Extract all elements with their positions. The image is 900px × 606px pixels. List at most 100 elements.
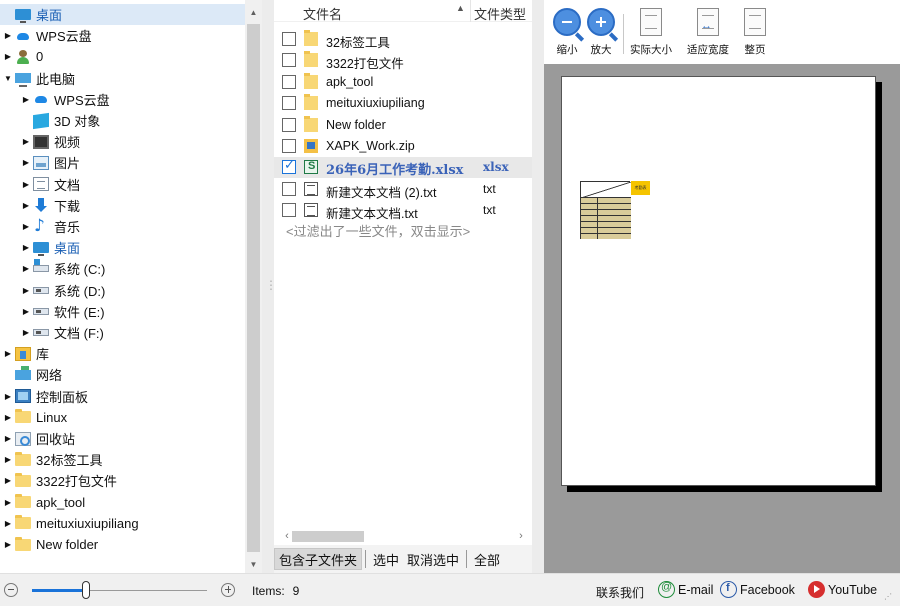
- file-checkbox[interactable]: [282, 53, 296, 68]
- tree-item[interactable]: ▶ 系统 (D:): [0, 280, 105, 301]
- expand-arrow-icon[interactable]: ▶: [21, 180, 31, 189]
- tree-item[interactable]: ▶ 下载: [0, 195, 80, 216]
- tree-item[interactable]: ▶ WPS云盘: [0, 89, 110, 110]
- tree-item[interactable]: ▶ 桌面: [0, 237, 80, 258]
- expand-arrow-icon[interactable]: ▶: [21, 286, 31, 295]
- hscroll-thumb[interactable]: [292, 531, 364, 542]
- contact-us-link[interactable]: 联系我们: [596, 584, 644, 601]
- facebook-link[interactable]: Facebook: [720, 581, 795, 598]
- file-row[interactable]: 新建文本文档.txt txt: [274, 200, 532, 221]
- scroll-down-icon[interactable]: ▼: [245, 556, 262, 573]
- expand-arrow-icon[interactable]: ▶: [21, 95, 31, 104]
- tree-item[interactable]: ▶ 32标签工具: [0, 449, 102, 470]
- tree-item-label: 0: [36, 49, 44, 65]
- youtube-link[interactable]: YouTube: [808, 581, 877, 598]
- expand-arrow-icon[interactable]: ▶: [21, 201, 31, 210]
- file-checkbox[interactable]: [282, 74, 296, 89]
- zoom-out-button[interactable]: 缩小: [553, 8, 585, 57]
- tree-item[interactable]: ▶ 图片: [0, 152, 80, 173]
- file-checkbox[interactable]: [282, 181, 296, 196]
- expand-arrow-icon[interactable]: ▶: [3, 413, 13, 422]
- tree-item[interactable]: ▶ 文档 (F:): [0, 322, 104, 343]
- file-list-hscrollbar[interactable]: ‹ ›: [274, 528, 532, 545]
- select-all-button[interactable]: 全部: [470, 548, 504, 570]
- tree-scrollbar[interactable]: ▲ ▼: [245, 0, 262, 573]
- expand-arrow-icon[interactable]: ▶: [3, 52, 13, 61]
- column-header-type[interactable]: 文件类型: [474, 4, 526, 23]
- expand-arrow-icon[interactable]: ▶: [3, 434, 13, 443]
- whole-page-button[interactable]: 整页: [744, 8, 766, 57]
- preview-splitter[interactable]: [532, 0, 544, 573]
- file-checkbox[interactable]: [282, 203, 296, 218]
- expand-arrow-icon[interactable]: ▶: [3, 349, 13, 358]
- tree-item[interactable]: ▶ 文档: [0, 174, 80, 195]
- fit-width-button[interactable]: 适应宽度: [687, 8, 729, 57]
- expand-arrow-icon[interactable]: ▶: [3, 519, 13, 528]
- tree-item[interactable]: ▶ meituxiuxiupiliang: [0, 513, 139, 534]
- column-divider[interactable]: [470, 0, 471, 22]
- file-row[interactable]: 26年6月工作考勤.xlsx xlsx: [274, 157, 532, 179]
- file-row[interactable]: New folder: [274, 115, 532, 136]
- file-checkbox[interactable]: [282, 139, 296, 153]
- expand-arrow-icon[interactable]: ▶: [3, 498, 13, 507]
- tree-item[interactable]: ▶ apk_tool: [0, 492, 85, 513]
- expand-arrow-icon[interactable]: ▶: [21, 137, 31, 146]
- file-row[interactable]: meituxiuxiupiliang: [274, 93, 532, 114]
- tree-item[interactable]: ▶ 控制面板: [0, 386, 88, 407]
- tree-item[interactable]: 3D 对象: [0, 110, 100, 131]
- resize-grip-icon[interactable]: ⋰: [884, 592, 892, 601]
- tree-item[interactable]: ▶ 音乐: [0, 216, 80, 237]
- tree-item[interactable]: ▶ 系统 (C:): [0, 258, 105, 279]
- tree-item[interactable]: ▶ 库: [0, 343, 49, 364]
- zoom-in-small-icon[interactable]: [221, 583, 235, 597]
- expand-arrow-icon[interactable]: ▶: [21, 222, 31, 231]
- column-header-name[interactable]: 文件名: [303, 4, 342, 23]
- expanded-arrow-icon[interactable]: ▼: [3, 74, 13, 83]
- expand-arrow-icon[interactable]: ▶: [3, 540, 13, 549]
- zoom-in-button[interactable]: 放大: [587, 8, 619, 57]
- filtered-files-note[interactable]: <过滤出了一些文件，双击显示>: [286, 221, 470, 240]
- expand-arrow-icon[interactable]: ▶: [3, 392, 13, 401]
- tree-item[interactable]: ▶ 视频: [0, 131, 80, 152]
- expand-arrow-icon[interactable]: ▶: [21, 264, 31, 273]
- zoom-out-small-icon[interactable]: [4, 583, 18, 597]
- preview-canvas[interactable]: 考勤表: [544, 64, 900, 573]
- email-link[interactable]: E-mail: [658, 581, 713, 598]
- folder-tree[interactable]: 桌面▶WPS云盘▶0▼此电脑▶WPS云盘3D 对象▶视频▶图片▶文档▶下载▶音乐…: [0, 0, 262, 573]
- tree-splitter[interactable]: [262, 0, 277, 573]
- expand-arrow-icon[interactable]: ▶: [21, 328, 31, 337]
- tree-item[interactable]: 网络: [0, 364, 62, 385]
- scroll-right-icon[interactable]: ›: [514, 528, 528, 545]
- expand-arrow-icon[interactable]: ▶: [3, 476, 13, 485]
- file-row[interactable]: XAPK_Work.zip: [274, 136, 532, 157]
- tree-item[interactable]: ▼ 此电脑: [0, 68, 75, 89]
- tree-scroll-thumb[interactable]: [247, 24, 260, 552]
- expand-arrow-icon[interactable]: ▶: [21, 307, 31, 316]
- tree-item[interactable]: ▶ 回收站: [0, 428, 75, 449]
- tree-item[interactable]: ▶ 0: [0, 46, 43, 67]
- file-row[interactable]: 新建文本文档 (2).txt txt: [274, 179, 532, 200]
- expand-arrow-icon[interactable]: ▶: [21, 158, 31, 167]
- expand-arrow-icon[interactable]: ▶: [21, 243, 31, 252]
- deselect-button[interactable]: 取消选中: [403, 548, 463, 570]
- scroll-up-icon[interactable]: ▲: [245, 4, 262, 21]
- tree-item[interactable]: ▶ 3322打包文件: [0, 470, 117, 491]
- file-checkbox[interactable]: [282, 117, 296, 132]
- file-row[interactable]: 32标签工具: [274, 29, 532, 50]
- file-checkbox[interactable]: [282, 96, 296, 111]
- file-checkbox[interactable]: [282, 158, 296, 175]
- include-subfolders-button[interactable]: 包含子文件夹: [274, 548, 363, 570]
- expand-arrow-icon[interactable]: ▶: [3, 455, 13, 464]
- tree-item[interactable]: 桌面: [0, 4, 245, 25]
- tree-item[interactable]: ▶ 软件 (E:): [0, 301, 105, 322]
- tree-item[interactable]: ▶ WPS云盘: [0, 25, 92, 46]
- tree-item[interactable]: ▶ Linux: [0, 407, 67, 428]
- expand-arrow-icon[interactable]: ▶: [3, 31, 13, 40]
- actual-size-button[interactable]: 实际大小: [630, 8, 672, 57]
- tree-item[interactable]: ▶ New folder: [0, 534, 98, 555]
- file-checkbox[interactable]: [282, 32, 296, 46]
- file-row[interactable]: apk_tool: [274, 72, 532, 93]
- file-row[interactable]: 3322打包文件: [274, 50, 532, 71]
- zoom-slider-thumb[interactable]: [82, 581, 91, 599]
- select-button[interactable]: 选中: [369, 548, 403, 570]
